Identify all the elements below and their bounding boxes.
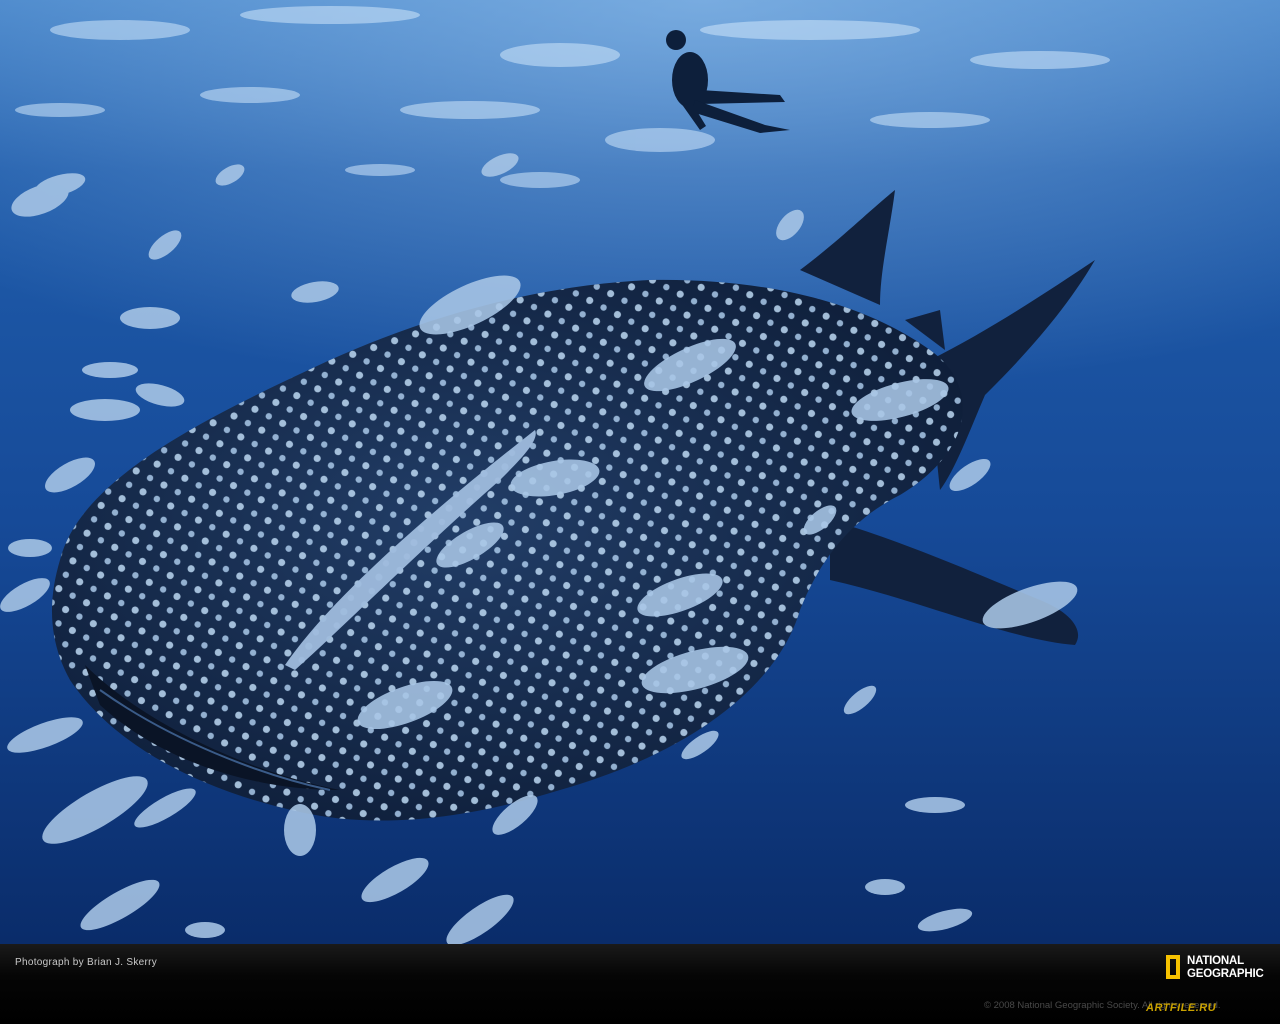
caption-bar	[0, 944, 1280, 1024]
photo-credit: Photograph by Brian J. Skerry	[15, 957, 158, 968]
wallpaper: Photograph by Brian J. Skerry NATIONAL G…	[0, 0, 1280, 1024]
whale-shark-photo	[0, 0, 1280, 944]
national-geographic-logo: NATIONAL GEOGRAPHIC	[1166, 954, 1270, 986]
yellow-border-icon	[1166, 955, 1180, 979]
site-watermark: ARTFILE.RU	[1146, 1002, 1217, 1014]
logo-line-1: NATIONAL	[1187, 955, 1244, 967]
logo-line-2: GEOGRAPHIC	[1187, 967, 1264, 980]
